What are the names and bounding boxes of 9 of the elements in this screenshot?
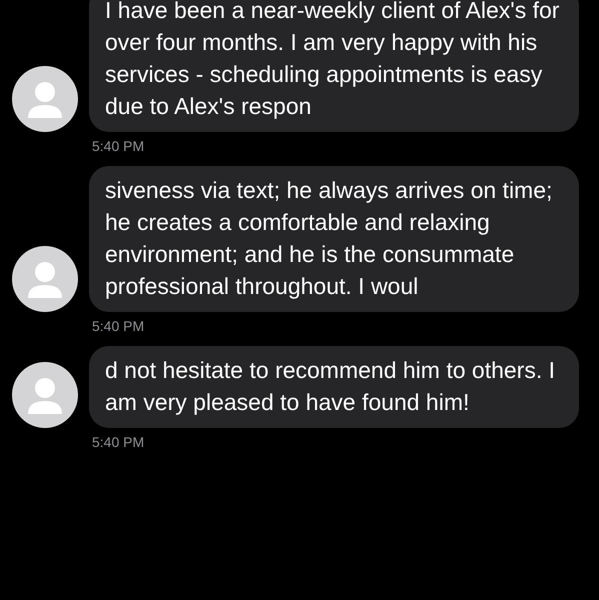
avatar-icon — [12, 362, 78, 428]
message-time: 5:40 PM — [91, 138, 146, 154]
message-time: 5:40 PM — [91, 434, 146, 450]
avatar-icon — [12, 66, 78, 132]
message-bubble: siveness via text; he always arrives on time; he creates a comfortable and relaxing environment; and he is the consummate professional throughout. I woul — [89, 166, 579, 312]
avatar-icon — [12, 246, 78, 312]
message-bubble: I have been a near-weekly client of Alex's for over four months. I am very happy with his services - scheduling appointments is easy due to Alex's respon — [89, 0, 579, 132]
message-bubble: d not hesitate to recommend him to others. I am very pleased to have found him! — [89, 346, 579, 428]
message-time: 5:40 PM — [91, 318, 146, 334]
